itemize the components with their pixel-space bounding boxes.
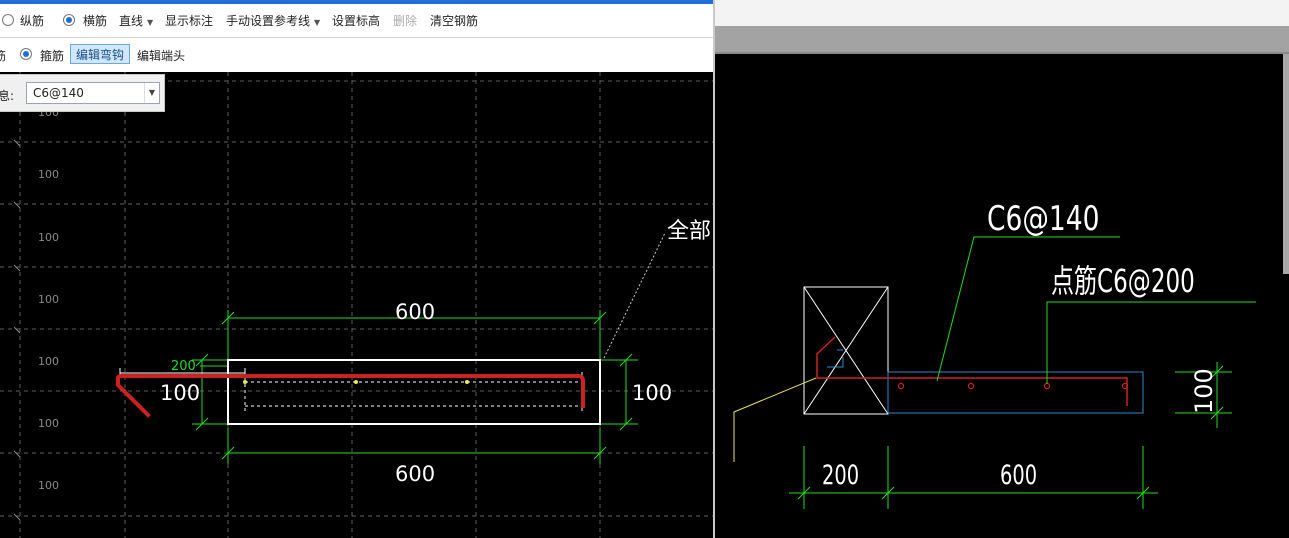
- grid-labels: 100 100 100 100 100 100 100: [38, 106, 59, 492]
- radio-stirrup[interactable]: [20, 48, 32, 60]
- dimension-texts: 600 600 100 100 200 全部: [160, 219, 711, 486]
- rebar-info-bar: 信息: C6@140 ▼: [0, 74, 165, 112]
- manual-ref-line-label: 手动设置参考线: [226, 14, 311, 28]
- bar-point: [465, 380, 469, 384]
- callout-text: 全部: [667, 219, 711, 244]
- info-label: 信息:: [0, 89, 15, 103]
- grid-label: 100: [38, 293, 59, 306]
- cad-bar-point: [897, 382, 905, 390]
- grid-label: 100: [38, 168, 59, 181]
- dim-right-text: 100: [632, 381, 672, 405]
- radio-transverse[interactable]: [63, 14, 75, 26]
- section-outline: [227, 359, 601, 425]
- clear-rebar-button[interactable]: 清空钢筋: [430, 12, 478, 30]
- cad-texts: C6@140 点筋C6@200 200 600 100: [822, 200, 1218, 491]
- dim-left-text: 100: [160, 381, 200, 405]
- radio-stirrup-label[interactable]: 箍筋: [40, 47, 64, 65]
- grid-label: 100: [38, 479, 59, 492]
- grid-label: 100: [38, 417, 59, 430]
- cad-rebar-label: C6@140: [987, 200, 1100, 239]
- bar-point: [354, 380, 358, 384]
- cad-dim-200: 200: [822, 459, 859, 491]
- radio-transverse-label[interactable]: 横筋: [83, 12, 107, 30]
- bar-point: [243, 380, 247, 384]
- cad-dim-600: 600: [1000, 459, 1037, 491]
- set-elevation-button[interactable]: 设置标高: [332, 12, 380, 30]
- show-dimensions-button[interactable]: 显示标注: [165, 12, 213, 30]
- rebar-editor-pane: 纵筋 横筋 直线 ▼ 显示标注 手动设置参考线 ▼ 设置标高 删除 清空钢筋 筋 箍…: [0, 0, 713, 538]
- dimension-lines: [192, 310, 638, 464]
- edit-hook-button[interactable]: 编辑弯钩: [70, 44, 131, 64]
- grid-lines: [0, 72, 713, 538]
- dim-small-text: 200: [171, 359, 196, 374]
- rebar-canvas[interactable]: 100 100 100 100 100 100 100 600 600 100 …: [0, 72, 713, 538]
- radio-longitudinal-label[interactable]: 纵筋: [20, 12, 44, 30]
- rebar-spec-dropdown[interactable]: C6@140 ▼: [26, 82, 160, 104]
- chevron-down-icon[interactable]: ▼: [144, 83, 159, 103]
- inner-reference-lines: [244, 372, 583, 414]
- cut-off-label: 筋: [0, 49, 7, 63]
- chevron-down-icon: ▼: [314, 18, 321, 27]
- line-menu-button[interactable]: 直线 ▼: [119, 12, 153, 32]
- cad-leaders: [936, 236, 1256, 384]
- cad-bar-point: [967, 382, 975, 390]
- radio-longitudinal[interactable]: [2, 14, 14, 26]
- cad-toolbar: [715, 26, 1289, 54]
- grid-tick-marks: [13, 139, 21, 521]
- callout-leader: [603, 232, 666, 359]
- grid-label: 100: [38, 231, 59, 244]
- cad-canvas[interactable]: C6@140 点筋C6@200 200 600 100: [715, 54, 1289, 538]
- line-menu-label: 直线: [119, 14, 144, 28]
- cad-dim-100: 100: [1190, 368, 1218, 414]
- dim-top-text: 600: [395, 300, 435, 324]
- toolbar-secondary: 筋 箍筋 编辑弯钩 编辑端头: [0, 38, 713, 72]
- cad-dist-bars: [897, 382, 1129, 390]
- toolbar-primary: 纵筋 横筋 直线 ▼ 显示标注 手动设置参考线 ▼ 设置标高 删除 清空钢筋: [0, 4, 713, 38]
- delete-button[interactable]: 删除: [393, 12, 417, 30]
- rebar-spec-value: C6@140: [33, 86, 84, 100]
- chevron-down-icon: ▼: [147, 18, 154, 27]
- dim-bottom-text: 600: [395, 462, 435, 486]
- cad-titlebar: [715, 0, 1289, 26]
- cad-bar-point: [1043, 382, 1051, 390]
- column-section: [803, 286, 889, 415]
- manual-ref-line-button[interactable]: 手动设置参考线 ▼: [226, 12, 320, 32]
- cad-drawing-pane: C6@140 点筋C6@200 200 600 100: [715, 0, 1289, 538]
- grid-label: 100: [38, 355, 59, 368]
- edit-end-button[interactable]: 编辑端头: [137, 47, 185, 65]
- cad-dist-label: 点筋C6@200: [1051, 262, 1195, 300]
